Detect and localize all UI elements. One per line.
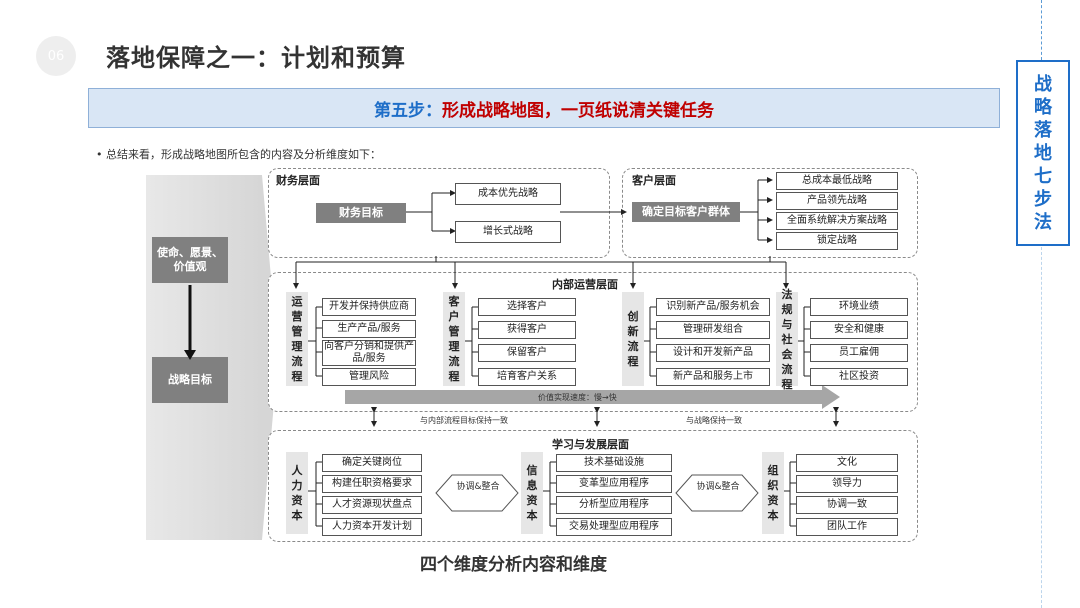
vertical-label-char: 法 (781, 287, 793, 301)
vertical-label-char: 管 (448, 325, 460, 338)
internal-group-1-item-2: 保留客户 (478, 344, 576, 362)
learning-group-1-label: 信息资本 (521, 452, 543, 534)
learning-group-0-label: 人力资本 (286, 452, 308, 534)
vertical-label-char: 织 (767, 479, 779, 492)
internal-group-2-item-3: 新产品和服务上市 (656, 368, 770, 386)
learning-group-1-item-1: 变革型应用程序 (556, 475, 672, 493)
learning-group-2-item-1: 领导力 (796, 475, 898, 493)
vertical-label-char: 资 (526, 494, 538, 507)
vertical-label-char: 创 (627, 310, 639, 323)
internal-group-3-item-0: 环境业绩 (810, 298, 908, 316)
learning-group-2-item-0: 文化 (796, 454, 898, 472)
internal-group-1-item-1: 获得客户 (478, 321, 576, 339)
learning-group-1-item-3: 交易处理型应用程序 (556, 518, 672, 536)
finance-goal-box: 财务目标 (316, 203, 406, 223)
vertical-label-char: 新 (627, 325, 639, 338)
vertical-label-char: 资 (767, 494, 779, 507)
vertical-label-char: 息 (526, 479, 538, 492)
vertical-label-char: 力 (291, 479, 303, 492)
learning-title: 学习与发展层面 (552, 438, 629, 451)
customer-item-3: 锁定战略 (776, 232, 898, 250)
internal-group-0-item-2: 向客户分销和提供产品/服务 (322, 340, 416, 366)
vertical-label-char: 管 (291, 325, 303, 338)
vertical-label-char: 程 (448, 370, 460, 383)
internal-group-0-item-1: 生产产品/服务 (322, 320, 416, 338)
learning-group-2-item-2: 协调一致 (796, 496, 898, 514)
finance-item-0: 成本优先战略 (455, 183, 561, 205)
internal-group-1-label: 客户管理流程 (443, 292, 465, 386)
vertical-label-char: 资 (291, 494, 303, 507)
customer-item-1: 产品领先战略 (776, 192, 898, 210)
internal-group-1-item-3: 培育客户关系 (478, 368, 576, 386)
vertical-label-char: 流 (627, 340, 639, 353)
vertical-label-char: 人 (291, 464, 303, 477)
vertical-label-char: 本 (526, 509, 538, 522)
internal-group-0-item-0: 开发并保持供应商 (322, 298, 416, 316)
internal-group-2-item-1: 管理研发组合 (656, 321, 770, 339)
learning-group-2-item-3: 团队工作 (796, 518, 898, 536)
vertical-label-char: 本 (767, 509, 779, 522)
vertical-label-char: 程 (781, 377, 793, 391)
link-right-label: 与战略保持一致 (686, 416, 742, 425)
internal-group-3-item-3: 社区投资 (810, 368, 908, 386)
vertical-label-char: 本 (291, 509, 303, 522)
internal-title: 内部运营层面 (552, 278, 618, 291)
vertical-label-char: 流 (448, 355, 460, 368)
vertical-label-char: 运 (291, 295, 303, 308)
vertical-label-char: 户 (448, 310, 460, 323)
vertical-label-char: 客 (448, 295, 460, 308)
learning-group-2-label: 组织资本 (762, 452, 784, 534)
internal-group-3-item-1: 安全和健康 (810, 321, 908, 339)
vertical-label-char: 理 (291, 340, 303, 353)
learning-group-0-item-1: 构建任职资格要求 (322, 475, 422, 493)
internal-group-3-label: 法规与社会流程 (776, 288, 798, 391)
internal-group-3-item-2: 员工雇佣 (810, 344, 908, 362)
vertical-label-char: 流 (291, 355, 303, 368)
vertical-label-char: 社 (781, 332, 793, 346)
customer-title: 客户层面 (632, 174, 676, 187)
customer-item-2: 全面系统解决方案战略 (776, 212, 898, 230)
vertical-label-char: 营 (291, 310, 303, 323)
customer-goal-box: 确定目标客户群体 (632, 202, 740, 222)
internal-group-1-item-0: 选择客户 (478, 298, 576, 316)
learning-group-1-item-0: 技术基础设施 (556, 454, 672, 472)
vertical-label-char: 流 (781, 362, 793, 376)
learning-group-0-item-2: 人才资源现状盘点 (322, 496, 422, 514)
internal-group-2-label: 创新流程 (622, 292, 644, 386)
internal-group-2-item-2: 设计和开发新产品 (656, 344, 770, 362)
customer-item-0: 总成本最低战略 (776, 172, 898, 190)
vertical-label-char: 理 (448, 340, 460, 353)
internal-group-0-label: 运营管理流程 (286, 292, 308, 386)
learning-group-0-item-3: 人力资本开发计划 (322, 518, 422, 536)
internal-group-0-item-3: 管理风险 (322, 368, 416, 386)
vertical-label-char: 程 (627, 355, 639, 368)
vertical-label-char: 信 (526, 464, 538, 477)
vertical-label-char: 会 (781, 347, 793, 361)
learning-group-1-item-2: 分析型应用程序 (556, 496, 672, 514)
diagram-caption: 四个维度分析内容和维度 (420, 555, 607, 575)
vertical-label-char: 与 (781, 317, 793, 331)
learning-group-0-item-0: 确定关键岗位 (322, 454, 422, 472)
internal-group-2-item-0: 识别新产品/服务机会 (656, 298, 770, 316)
vertical-label-char: 组 (767, 464, 779, 477)
vertical-label-char: 规 (781, 302, 793, 316)
finance-item-1: 增长式战略 (455, 221, 561, 243)
value-speed-label: 价值实现速度：慢→快 (538, 393, 617, 402)
coord-right-label: 协调&整合 (696, 482, 740, 492)
finance-title: 财务层面 (276, 174, 320, 187)
coord-left-label: 协调&整合 (456, 482, 500, 492)
vertical-label-char: 程 (291, 370, 303, 383)
link-left-label: 与内部流程目标保持一致 (420, 416, 508, 425)
